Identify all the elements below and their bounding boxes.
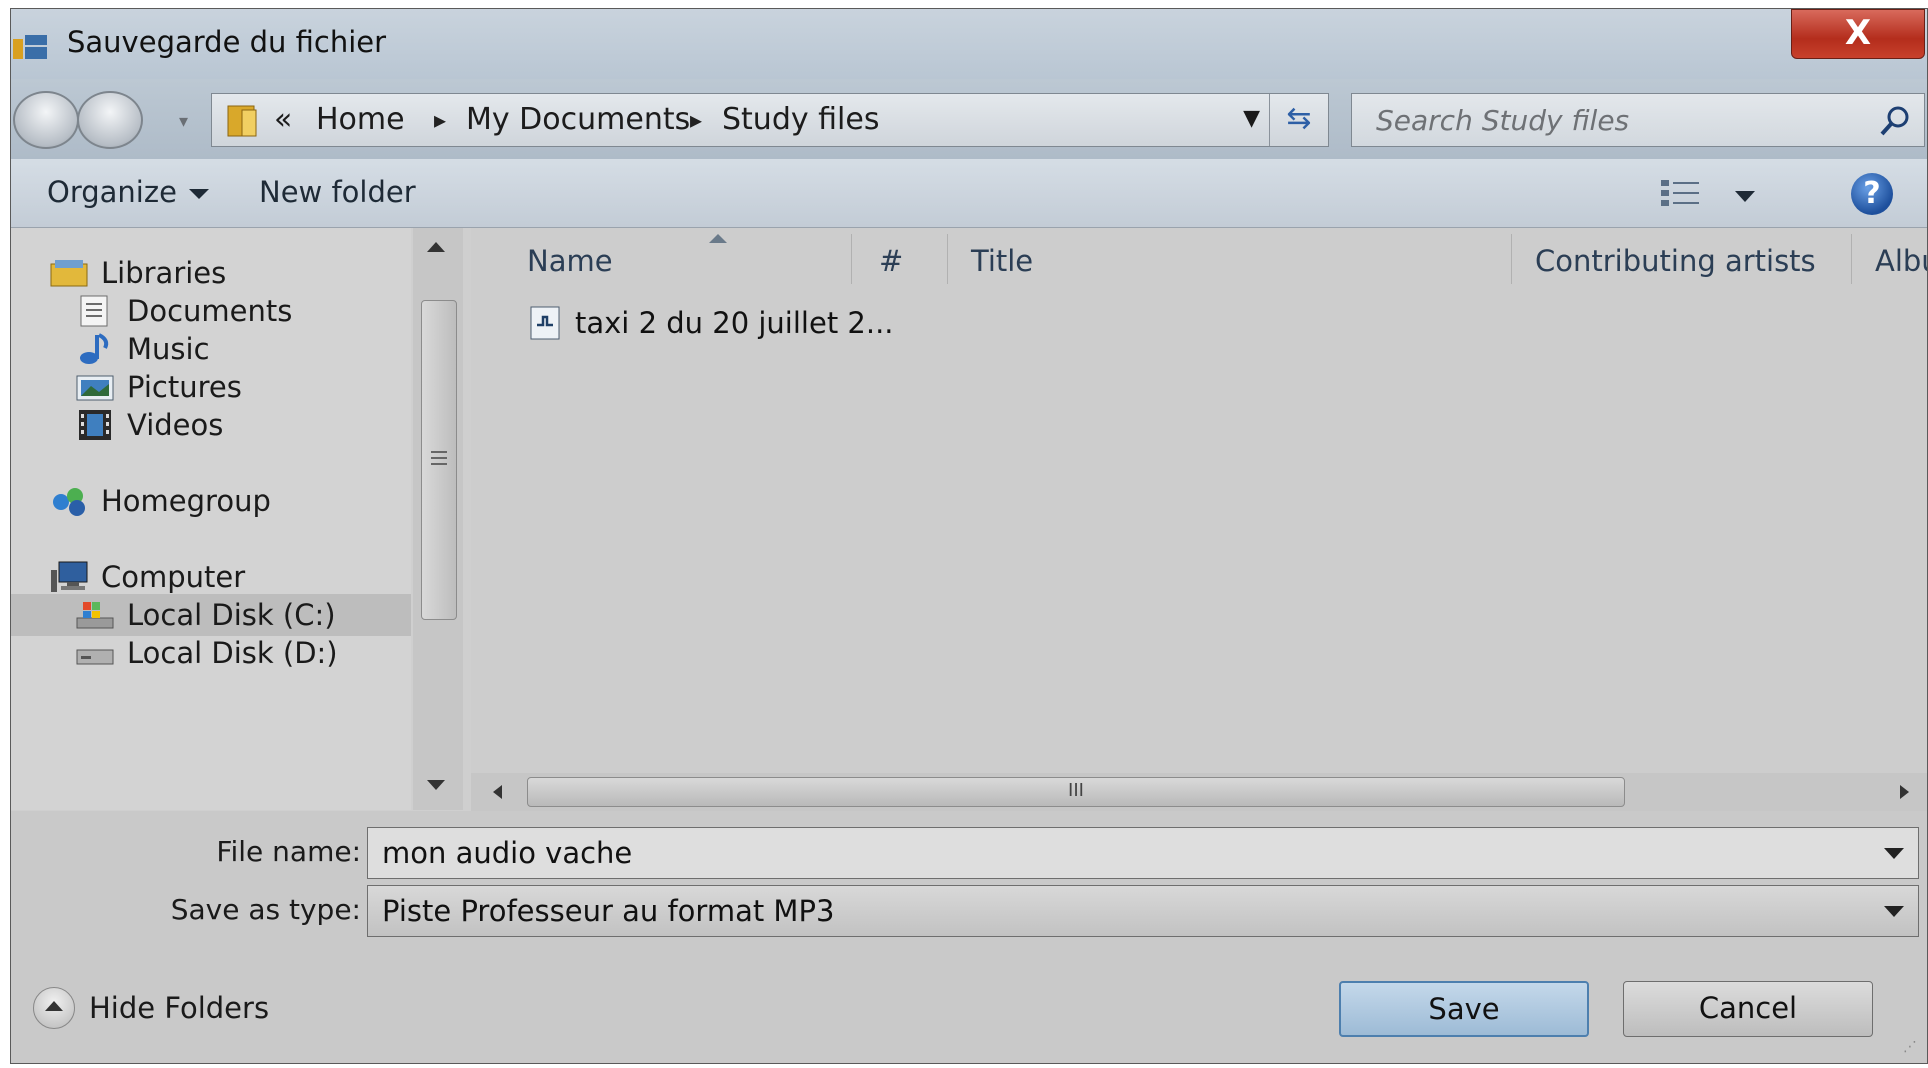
scroll-right-icon[interactable]	[1900, 785, 1909, 799]
audio-file-icon	[530, 306, 560, 340]
breadcrumb-overflow[interactable]: «	[274, 102, 292, 137]
documents-icon	[80, 295, 108, 327]
address-divider	[1269, 94, 1270, 146]
nav-item-label: Local Disk (D:)	[127, 636, 338, 670]
nav-item-label: Videos	[127, 408, 224, 442]
file-name-field[interactable]: mon audio vache	[367, 827, 1919, 879]
view-options-chevron-icon[interactable]	[1735, 191, 1755, 202]
help-icon[interactable]: ?	[1851, 173, 1893, 215]
organize-label: Organize	[47, 175, 177, 209]
cancel-button[interactable]: Cancel	[1623, 981, 1873, 1037]
navigation-bar: ▾ « Home ▸ My Documents ▸ Study files ▼ …	[11, 79, 1927, 159]
column-header-number[interactable]: #	[879, 244, 903, 278]
address-bar[interactable]: « Home ▸ My Documents ▸ Study files ▼ ⇆	[211, 93, 1329, 147]
search-input[interactable]: Search Study files	[1351, 93, 1925, 147]
search-placeholder: Search Study files	[1376, 104, 1630, 137]
navigation-pane: Libraries Documents Music Pictures Video…	[11, 228, 411, 810]
command-toolbar: Organize New folder ?	[11, 159, 1927, 228]
window-title: Sauvegarde du fichier	[67, 25, 387, 59]
back-button[interactable]	[13, 91, 79, 149]
music-icon	[80, 333, 109, 364]
nav-item-computer[interactable]: Computer	[49, 556, 245, 598]
chevron-down-icon	[188, 189, 209, 199]
nav-item-label: Documents	[127, 294, 293, 328]
nav-item-label: Homegroup	[101, 484, 271, 518]
scroll-up-icon[interactable]	[427, 242, 445, 252]
column-divider[interactable]	[947, 234, 948, 284]
file-list-horizontal-scrollbar[interactable]: III	[471, 773, 1927, 811]
nav-item-videos[interactable]: Videos	[75, 404, 223, 446]
resize-grip-icon[interactable]: ⋰	[1903, 1039, 1923, 1059]
videos-icon	[79, 410, 111, 440]
title-bar: Sauvegarde du fichier X	[11, 9, 1927, 79]
nav-item-label: Music	[127, 332, 210, 366]
nav-item-label: Libraries	[101, 256, 227, 290]
grip-icon	[431, 451, 447, 465]
scroll-down-icon[interactable]	[427, 780, 445, 790]
navigation-pane-scrollbar[interactable]	[413, 228, 463, 810]
save-as-type-label: Save as type:	[170, 893, 361, 926]
organize-menu[interactable]: Organize	[47, 175, 209, 209]
nav-item-label: Pictures	[127, 370, 242, 404]
chevron-down-icon[interactable]	[1884, 848, 1904, 859]
search-icon[interactable]	[1878, 104, 1912, 138]
close-button[interactable]: X	[1791, 9, 1925, 59]
refresh-icon[interactable]: ⇆	[1276, 100, 1322, 140]
homegroup-icon	[53, 488, 85, 516]
breadcrumb-study-files[interactable]: Study files	[722, 102, 879, 137]
sort-ascending-icon	[709, 234, 727, 243]
save-form: File name: mon audio vache Save as type:…	[11, 811, 1927, 1063]
file-list: Name # Title Contributing artists Albu t…	[471, 228, 1927, 773]
breadcrumb-home[interactable]: Home	[316, 102, 405, 137]
breadcrumb-separator-icon[interactable]: ▸	[690, 106, 702, 134]
file-name-label: File name:	[216, 835, 361, 868]
scrollbar-thumb[interactable]	[421, 300, 457, 620]
hide-folders-label: Hide Folders	[89, 991, 270, 1025]
forward-button[interactable]	[77, 91, 143, 149]
save-file-dialog: Sauvegarde du fichier X ▾ « Home ▸ My Do…	[10, 8, 1928, 1064]
breadcrumb-separator-icon[interactable]: ▸	[434, 106, 446, 134]
libraries-icon	[50, 260, 88, 287]
recent-pages-dropdown[interactable]: ▾	[179, 111, 188, 132]
column-divider[interactable]	[1851, 234, 1852, 284]
scrollbar-thumb[interactable]: III	[527, 777, 1625, 807]
nav-item-homegroup[interactable]: Homegroup	[49, 480, 271, 522]
file-name: taxi 2 du 20 juillet 2...	[575, 306, 894, 340]
file-row[interactable]: taxi 2 du 20 juillet 2...	[527, 302, 894, 344]
hide-folders-button[interactable]: Hide Folders	[33, 987, 269, 1029]
nav-item-libraries[interactable]: Libraries	[49, 252, 226, 294]
disk-c-icon	[76, 602, 114, 629]
save-as-type-select[interactable]: Piste Professeur au format MP3	[367, 885, 1919, 937]
app-icon	[13, 35, 47, 59]
chevron-down-icon[interactable]	[1884, 906, 1904, 917]
nav-item-label: Computer	[101, 560, 246, 594]
change-view-icon[interactable]	[1659, 177, 1703, 209]
nav-item-local-disk-c[interactable]: Local Disk (C:)	[11, 594, 411, 636]
folder-icon	[227, 105, 257, 137]
address-dropdown-icon[interactable]: ▼	[1243, 106, 1260, 131]
column-divider[interactable]	[851, 234, 852, 284]
nav-item-music[interactable]: Music	[75, 328, 210, 370]
nav-item-label: Local Disk (C:)	[127, 598, 336, 632]
save-as-type-value: Piste Professeur au format MP3	[382, 894, 835, 928]
nav-item-local-disk-d[interactable]: Local Disk (D:)	[75, 632, 338, 674]
pictures-icon	[76, 375, 114, 401]
new-folder-button[interactable]: New folder	[259, 175, 416, 209]
column-header-contributing-artists[interactable]: Contributing artists	[1535, 244, 1816, 278]
column-header-name[interactable]: Name	[527, 244, 613, 278]
scroll-left-icon[interactable]	[493, 785, 502, 799]
column-header-title[interactable]: Title	[971, 244, 1033, 278]
column-header-album[interactable]: Albu	[1875, 244, 1927, 278]
computer-icon	[51, 561, 88, 592]
save-button[interactable]: Save	[1339, 981, 1589, 1037]
disk-d-icon	[76, 649, 114, 665]
column-divider[interactable]	[1511, 234, 1512, 284]
nav-item-documents[interactable]: Documents	[75, 290, 292, 332]
collapse-icon	[33, 987, 75, 1029]
file-name-value: mon audio vache	[382, 836, 633, 870]
nav-item-pictures[interactable]: Pictures	[75, 366, 242, 408]
breadcrumb-my-documents[interactable]: My Documents	[466, 102, 690, 137]
